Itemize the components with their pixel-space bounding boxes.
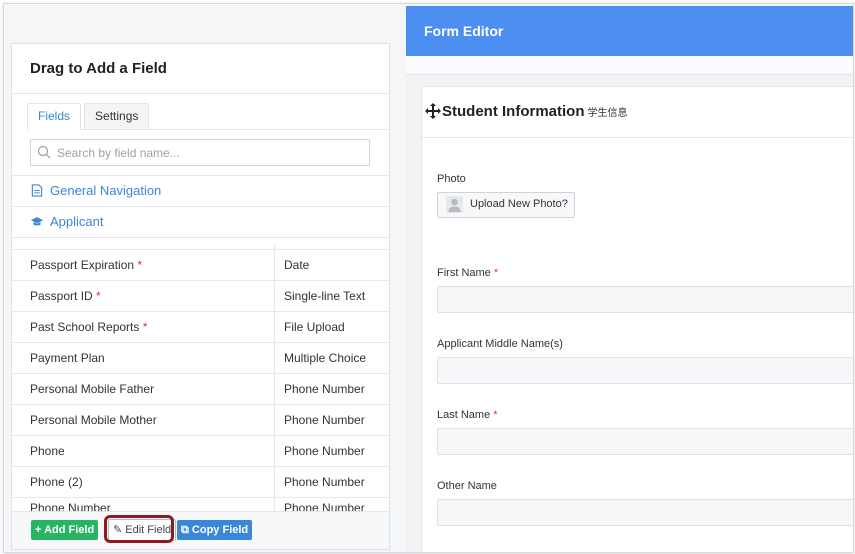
field-row-phone[interactable]: Phone Phone Number [12, 436, 389, 467]
form-editor-header: Form Editor [406, 6, 853, 56]
field-type: Single-line Text [284, 289, 366, 303]
search-icon [37, 145, 51, 159]
field-name: Passport ID * [30, 289, 101, 303]
student-information-section[interactable]: Student Information 学生信息 Photo Upload New… [421, 86, 853, 552]
field-list: Passport Expiration * Date Passport ID *… [12, 244, 389, 513]
field-row-passport-id[interactable]: Passport ID * Single-line Text [12, 281, 389, 312]
app-window: Drag to Add a Field Fields Settings Gene… [3, 3, 854, 553]
tab-fields[interactable]: Fields [27, 103, 82, 130]
copy-field-label: Copy Field [191, 524, 249, 536]
palette-header: Drag to Add a Field [12, 44, 389, 94]
first-name-input[interactable] [437, 286, 853, 313]
required-marker: * [493, 267, 499, 279]
upload-photo-label: Upload New Photo? [470, 198, 568, 210]
field-row-personal-mobile-father[interactable]: Personal Mobile Father Phone Number [12, 374, 389, 405]
tab-settings[interactable]: Settings [84, 103, 150, 129]
field-type: File Upload [284, 320, 345, 334]
field-palette-panel: Drag to Add a Field Fields Settings Gene… [11, 43, 390, 550]
section-subtitle: 学生信息 [587, 108, 628, 119]
required-marker: * [142, 320, 148, 334]
copy-icon: ⧉ [181, 524, 189, 536]
field-type: Phone Number [284, 413, 365, 427]
field-type: Date [284, 258, 310, 272]
middle-name-label: Applicant Middle Name(s) [437, 338, 563, 350]
avatar-placeholder-icon [446, 196, 463, 213]
field-name: Passport Expiration * [30, 258, 143, 272]
field-row-passport-expiration[interactable]: Passport Expiration * Date [12, 250, 389, 281]
other-name-label: Other Name [437, 480, 497, 492]
field-type: Phone Number [284, 444, 365, 458]
section-title: Student Information 学生信息 [442, 103, 628, 120]
edit-field-highlight [104, 515, 174, 543]
field-name: Payment Plan [30, 351, 105, 365]
copy-field-button[interactable]: ⧉ Copy Field [177, 520, 253, 540]
required-marker: * [137, 258, 143, 272]
required-marker: * [493, 409, 498, 421]
palette-title: Drag to Add a Field [30, 60, 167, 77]
search-input[interactable] [55, 142, 359, 164]
nav-general-navigation[interactable]: General Navigation [12, 176, 389, 207]
graduation-cap-icon [30, 217, 44, 226]
field-name: Personal Mobile Father [30, 382, 155, 396]
field-name: Past School Reports * [30, 320, 148, 334]
section-header: Student Information 学生信息 [422, 87, 853, 138]
document-icon [31, 184, 43, 197]
palette-tabs: Fields Settings [27, 103, 389, 130]
first-name-label: First Name * [437, 267, 499, 279]
field-name: Phone [30, 444, 65, 458]
field-row-past-school-reports[interactable]: Past School Reports * File Upload [12, 312, 389, 343]
field-row-phone-2[interactable]: Phone (2) Phone Number [12, 467, 389, 498]
search-box[interactable] [30, 139, 370, 166]
field-type: Phone Number [284, 382, 365, 396]
last-name-label: Last Name * [437, 409, 498, 421]
move-icon[interactable] [425, 103, 441, 119]
field-name: Phone (2) [30, 475, 83, 489]
nav-label: Applicant [50, 214, 104, 229]
field-row-payment-plan[interactable]: Payment Plan Multiple Choice [12, 343, 389, 374]
middle-name-input[interactable] [437, 357, 853, 384]
field-name: Personal Mobile Mother [30, 413, 157, 427]
editor-toolbar-strip [406, 56, 853, 75]
nav-applicant[interactable]: Applicant [12, 207, 389, 238]
upload-photo-button[interactable]: Upload New Photo? [437, 192, 575, 218]
other-name-input[interactable] [437, 499, 853, 526]
form-editor-title: Form Editor [424, 23, 504, 39]
palette-footer: + Add Field ✎ Edit Field ⧉ Copy Field [12, 511, 389, 549]
add-field-button[interactable]: + Add Field [31, 520, 99, 540]
field-type: Multiple Choice [284, 351, 367, 365]
last-name-input[interactable] [437, 428, 853, 455]
search-row [12, 132, 389, 176]
nav-label: General Navigation [50, 183, 162, 198]
field-row-personal-mobile-mother[interactable]: Personal Mobile Mother Phone Number [12, 405, 389, 436]
photo-label: Photo [437, 173, 466, 185]
form-editor-canvas: Student Information 学生信息 Photo Upload New… [406, 75, 853, 552]
field-type: Phone Number [284, 475, 365, 489]
required-marker: * [96, 289, 101, 303]
